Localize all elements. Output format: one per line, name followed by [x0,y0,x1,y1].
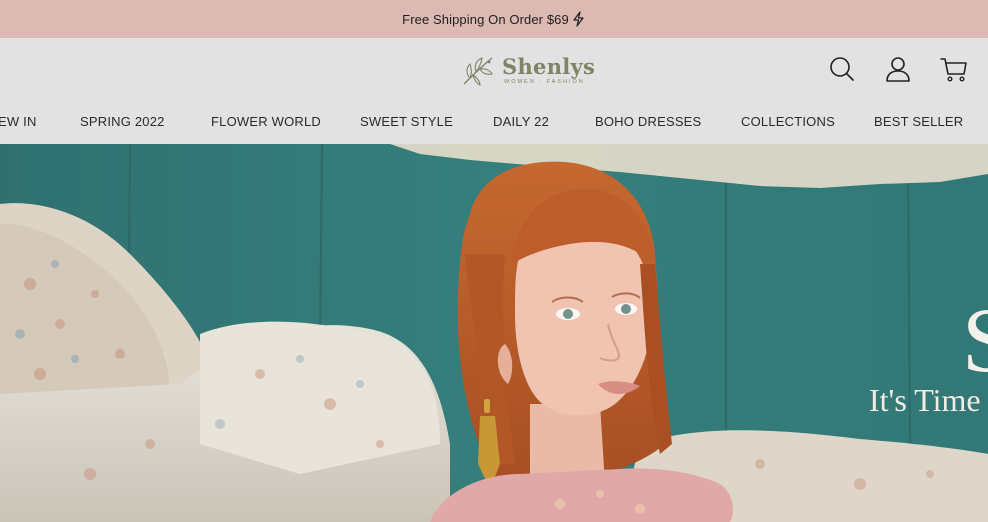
account-icon[interactable] [884,55,912,83]
nav-item-flower-world[interactable]: FLOWER WORLD [211,114,321,129]
nav-item-spring-2022[interactable]: SPRING 2022 [80,114,165,129]
brand-logo[interactable]: Shenlys WOMEN · FASHION [458,50,608,90]
search-icon[interactable] [828,55,856,83]
main-navigation: EW IN SPRING 2022 FLOWER WORLD SWEET STY… [0,114,988,132]
brand-name: Shenlys [502,53,596,79]
nav-item-new-in[interactable]: EW IN [0,114,37,129]
hero-banner[interactable]: S It's Time [0,144,988,522]
hero-tagline: It's Time [869,382,981,418]
cart-icon[interactable] [940,55,968,83]
announcement-bar: Free Shipping On Order $69 [0,0,988,38]
site-header: Shenlys WOMEN · FASHION EW IN SPRING 202… [0,38,988,144]
nav-item-sweet-style[interactable]: SWEET STYLE [360,114,453,129]
brand-tagline: WOMEN · FASHION [504,78,585,85]
nav-item-daily-22[interactable]: DAILY 22 [493,114,549,129]
leaf-logo-icon [463,57,493,86]
nav-item-collections[interactable]: COLLECTIONS [741,114,835,129]
nav-item-best-seller[interactable]: BEST SELLER [874,114,963,129]
nav-item-boho-dresses[interactable]: BOHO DRESSES [595,114,701,129]
hero-image [0,144,988,522]
announcement-text: Free Shipping On Order $69 [402,11,569,27]
hero-heading-letter: S [962,289,988,391]
lightning-bolt-icon [571,11,586,27]
